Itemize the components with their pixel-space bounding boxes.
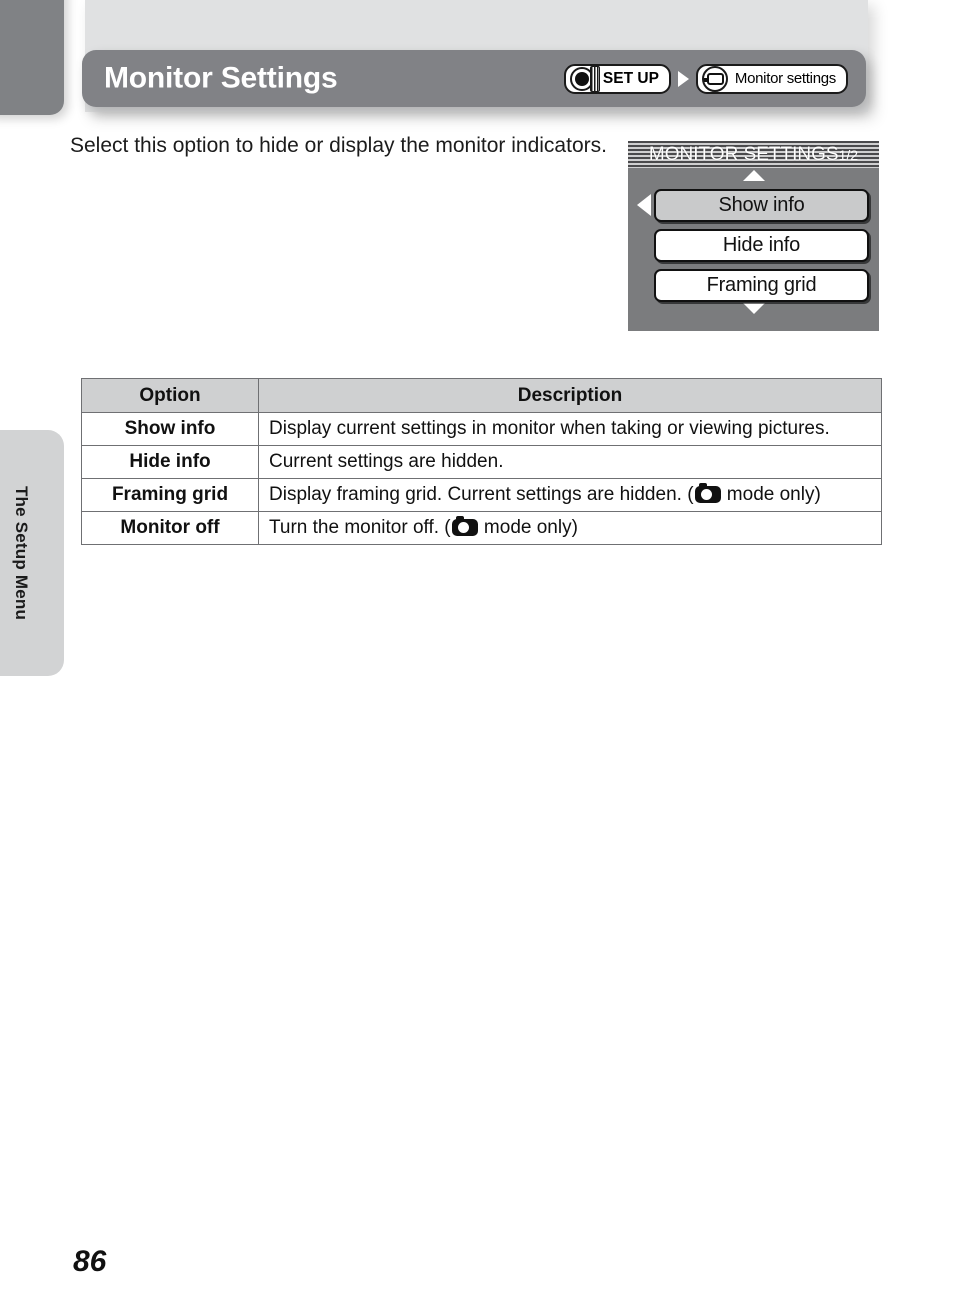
corner-tab <box>0 0 64 115</box>
lcd-menu-item-label: Show info <box>718 194 805 216</box>
table-row: Hide info Current settings are hidden. <box>81 445 882 479</box>
description-text-before: Display framing grid. Current settings a… <box>269 484 694 505</box>
table-header-option: Option <box>81 378 259 413</box>
camera-mode-icon <box>451 516 478 536</box>
table-cell-description: Turn the monitor off. ( mode only) <box>258 511 882 545</box>
breadcrumb-item-monitor-settings[interactable]: Monitor settings <box>695 63 848 94</box>
scroll-up-icon <box>742 170 765 181</box>
table-row: Framing grid Display framing grid. Curre… <box>81 478 882 512</box>
lcd-title-bar: MONITOR SETTINGS 1/2 <box>628 141 879 168</box>
scroll-down-icon <box>742 303 765 314</box>
table-cell-description: Current settings are hidden. <box>258 445 882 479</box>
lcd-menu-item-label: Hide info <box>722 234 801 256</box>
breadcrumb-setup-label: SET UP <box>602 69 659 87</box>
description-text-after: mode only) <box>478 517 578 538</box>
description-text-before: Current settings are hidden. <box>269 451 504 472</box>
intro-paragraph: Select this option to hide or display th… <box>70 134 607 157</box>
table-header-description: Description <box>258 378 882 413</box>
mode-dial-icon <box>569 65 600 92</box>
lcd-menu-list: Show info Hide info Framing grid <box>628 181 879 302</box>
breadcrumb-arrow-icon <box>677 70 689 87</box>
description-text-before: Turn the monitor off. ( <box>269 517 451 538</box>
selection-cursor-icon <box>637 194 651 216</box>
monitor-icon <box>701 65 730 92</box>
table-row: Show info Display current settings in mo… <box>81 412 882 446</box>
breadcrumb-monitor-label: Monitor settings <box>734 70 836 87</box>
lcd-page-indicator: 1/2 <box>838 146 859 163</box>
table-row: Monitor off Turn the monitor off. ( mode… <box>81 511 882 545</box>
table-header-row: Option Description <box>81 378 882 413</box>
options-table: Option Description Show info Display cur… <box>81 378 882 545</box>
page-header-bar: Monitor Settings SET UP Monitor settings <box>82 50 866 107</box>
breadcrumb: SET UP Monitor settings <box>563 63 848 94</box>
description-text-before: Display current settings in monitor when… <box>269 418 830 439</box>
breadcrumb-item-setup[interactable]: SET UP <box>563 63 671 94</box>
table-cell-description: Display current settings in monitor when… <box>258 412 882 446</box>
table-cell-option: Hide info <box>81 445 259 479</box>
lcd-menu-row: Show info <box>637 189 869 222</box>
lcd-title-text: MONITOR SETTINGS <box>648 143 839 165</box>
camera-lcd-illustration: MONITOR SETTINGS 1/2 Show info Hide info … <box>628 141 879 331</box>
section-side-tab: The Setup Menu <box>0 430 64 676</box>
lcd-menu-item-label: Framing grid <box>706 274 817 296</box>
description-text-after: mode only) <box>721 484 821 505</box>
table-cell-option: Framing grid <box>81 478 259 512</box>
section-side-tab-label: The Setup Menu <box>12 485 31 621</box>
table-cell-description: Display framing grid. Current settings a… <box>258 478 882 512</box>
page-number: 86 <box>73 1245 107 1278</box>
camera-mode-icon <box>694 483 721 503</box>
table-cell-option: Show info <box>81 412 259 446</box>
lcd-menu-item-show-info[interactable]: Show info <box>654 189 869 222</box>
page-title: Monitor Settings <box>104 60 338 94</box>
lcd-menu-row: Framing grid <box>638 269 869 302</box>
lcd-menu-row: Hide info <box>638 229 869 262</box>
table-cell-option: Monitor off <box>81 511 259 545</box>
lcd-menu-item-framing-grid[interactable]: Framing grid <box>654 269 869 302</box>
lcd-menu-item-hide-info[interactable]: Hide info <box>654 229 869 262</box>
